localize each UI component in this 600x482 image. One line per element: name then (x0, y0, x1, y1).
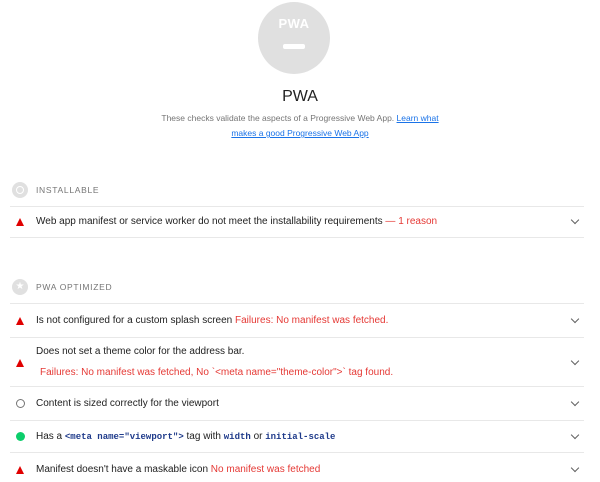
pass-circle-icon (16, 432, 25, 441)
audit-failure-detail: No manifest was fetched (210, 464, 321, 475)
chevron-down-icon[interactable] (570, 314, 580, 324)
group-pwa-optimized: ★ PWA OPTIMIZED Is not configured for a … (0, 271, 600, 482)
group-title: INSTALLABLE (36, 185, 100, 195)
audit-text: Has a <meta name="viewport"> tag with wi… (36, 431, 335, 442)
chevron-down-icon[interactable] (570, 430, 580, 440)
star-icon: ★ (15, 281, 25, 292)
installable-icon (12, 182, 28, 198)
row-divider (10, 237, 584, 238)
fail-triangle-icon (16, 218, 24, 226)
audit-title: Web app manifest or service worker do no… (36, 216, 383, 227)
group-title: PWA OPTIMIZED (36, 282, 113, 292)
fail-triangle-icon (16, 466, 24, 474)
audit-failure-detail: Failures: No manifest was fetched. (235, 315, 389, 326)
audit-failure-detail: — 1 reason (385, 216, 438, 227)
audit-title: Does not set a theme color for the addre… (36, 346, 245, 357)
audit-text: Manifest doesn't have a maskable icon No… (36, 464, 320, 475)
audit-failure-detail: Failures: No manifest was fetched, No `<… (40, 367, 394, 378)
audit-text: Web app manifest or service worker do no… (36, 216, 437, 227)
audit-title: Is not configured for a custom splash sc… (36, 315, 233, 326)
fail-triangle-icon (16, 359, 24, 367)
gauge-dash-icon (283, 44, 305, 49)
audit-text: Is not configured for a custom splash sc… (36, 315, 388, 326)
pwa-gauge-badge: PWA (258, 2, 330, 74)
group-header: ★ PWA OPTIMIZED (0, 271, 600, 303)
audit-row[interactable]: Web app manifest or service worker do no… (10, 206, 584, 237)
audit-row[interactable]: Content is sized correctly for the viewp… (10, 386, 584, 420)
pwa-header: PWA PWA These checks validate the aspect… (0, 0, 600, 150)
group-installable: INSTALLABLE Web app manifest or service … (0, 174, 600, 238)
chevron-down-icon[interactable] (570, 463, 580, 473)
description-text: These checks validate the aspects of a P… (161, 113, 395, 123)
code-meta-viewport: <meta name="viewport"> (64, 432, 184, 442)
chevron-down-icon[interactable] (570, 215, 580, 225)
audit-row[interactable]: Does not set a theme color for the addre… (10, 337, 584, 386)
group-header: INSTALLABLE (0, 174, 600, 206)
audit-row[interactable]: Manifest doesn't have a maskable icon No… (10, 452, 584, 482)
category-title: PWA (282, 88, 318, 105)
code-initial-scale: initial-scale (265, 432, 336, 442)
audit-text-or: or (253, 431, 263, 442)
code-width: width (223, 432, 251, 442)
audit-text-mid: tag with (186, 431, 221, 442)
manual-check-circle-icon (16, 399, 25, 408)
audit-row[interactable]: Is not configured for a custom splash sc… (10, 303, 584, 337)
chevron-down-icon[interactable] (570, 397, 580, 407)
audit-title: Content is sized correctly for the viewp… (36, 398, 219, 409)
fail-triangle-icon (16, 317, 24, 325)
optimized-icon: ★ (12, 279, 28, 295)
plus-circle-icon (16, 186, 24, 194)
chevron-down-icon[interactable] (570, 356, 580, 366)
gauge-label: PWA (278, 16, 310, 31)
audit-title: Manifest doesn't have a maskable icon (36, 464, 209, 475)
category-description: These checks validate the aspects of a P… (150, 111, 450, 141)
audit-text-before: Has a (36, 431, 63, 442)
audit-row[interactable]: Has a <meta name="viewport"> tag with wi… (10, 420, 584, 452)
